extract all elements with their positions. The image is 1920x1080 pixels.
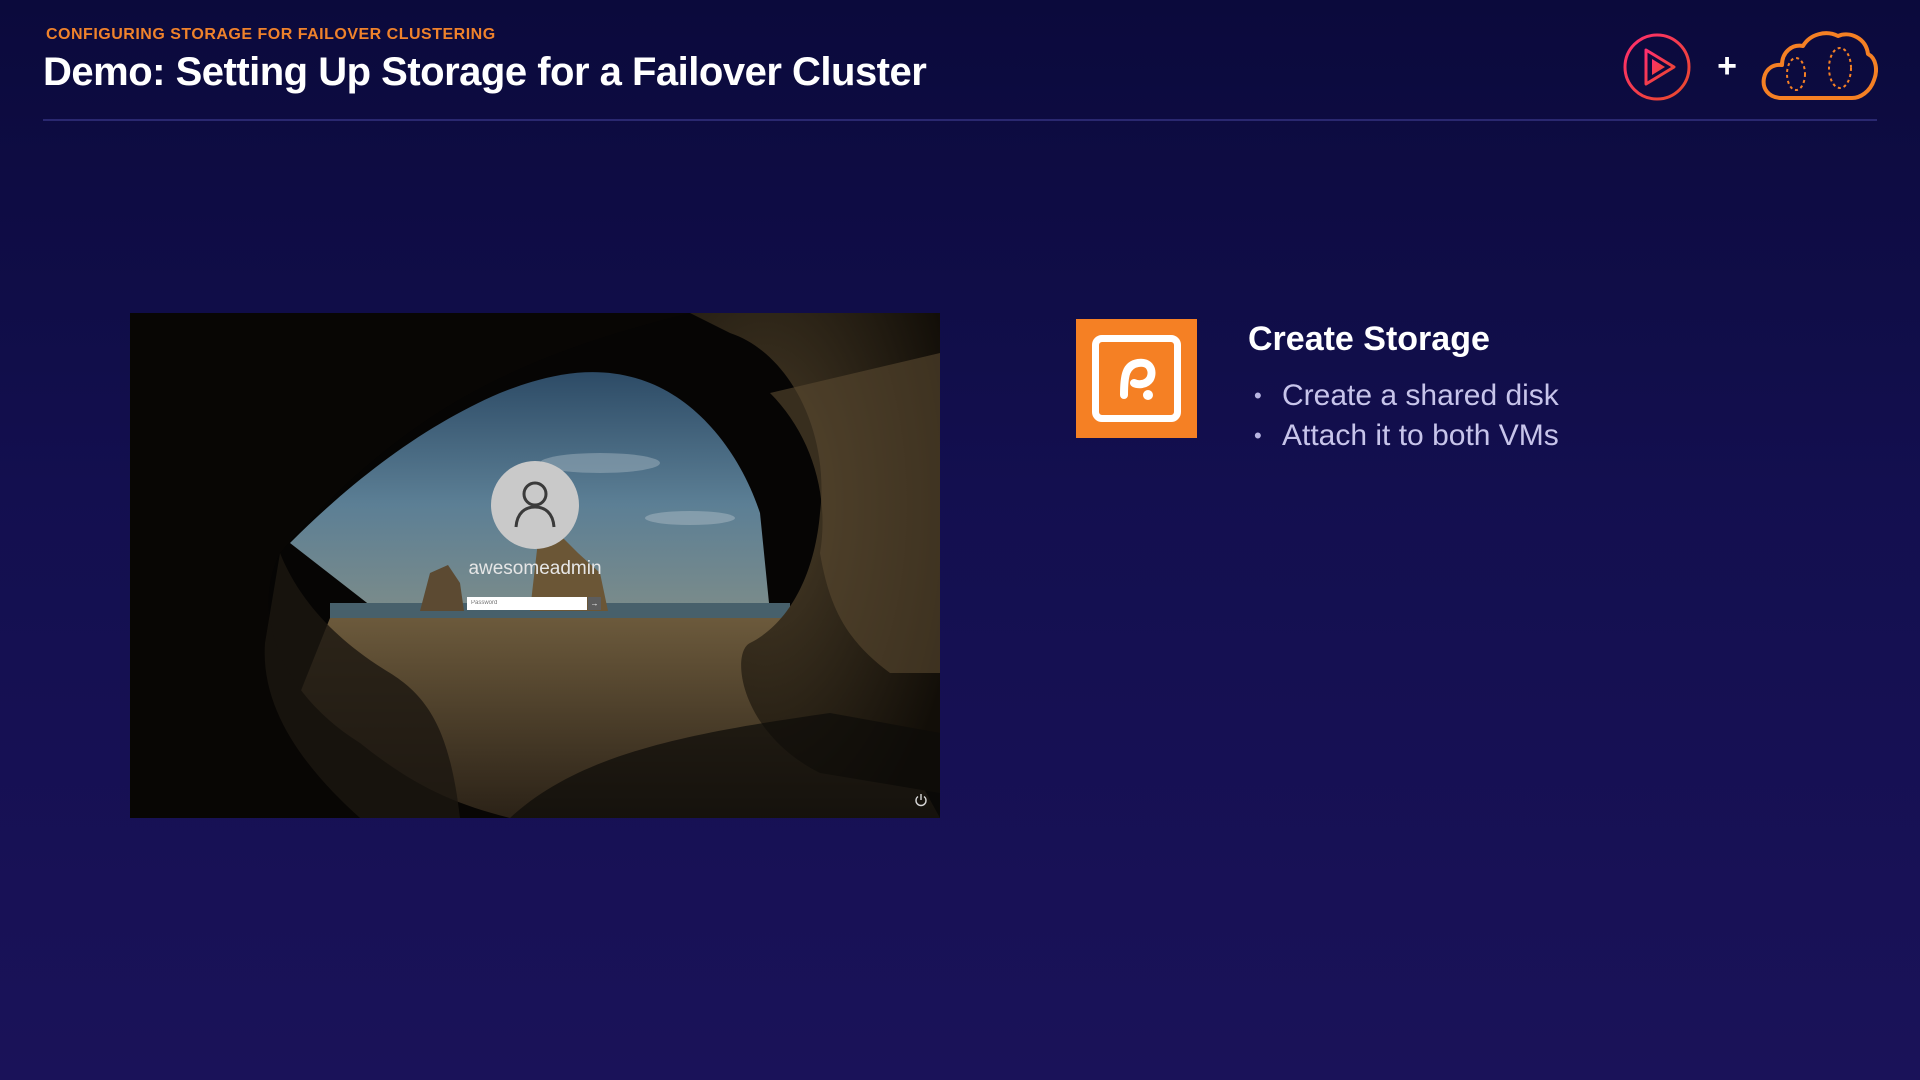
bullet-list: Create a shared disk Attach it to both V… xyxy=(1250,376,1559,456)
content-heading: Create Storage xyxy=(1248,320,1490,358)
password-row: → xyxy=(467,597,603,612)
play-logo-icon xyxy=(1623,33,1691,101)
power-icon[interactable] xyxy=(914,793,928,807)
login-username: awesomeadmin xyxy=(468,558,602,579)
slide-title: Demo: Setting Up Storage for a Failover … xyxy=(43,50,927,94)
password-field[interactable] xyxy=(467,597,587,610)
sign-in-arrow-button[interactable]: → xyxy=(588,597,601,610)
login-screenshot: awesomeadmin → xyxy=(130,313,940,818)
section-kicker: CONFIGURING STORAGE FOR FAILOVER CLUSTER… xyxy=(46,26,496,43)
user-avatar xyxy=(491,461,579,549)
plus-sign: + xyxy=(1717,47,1737,85)
cloud-logo-icon xyxy=(1761,31,1878,100)
user-avatar-icon xyxy=(514,481,556,528)
disk-glyph-icon xyxy=(1120,358,1156,400)
header-divider xyxy=(43,119,1877,121)
storage-icon xyxy=(1076,319,1197,438)
list-item: Attach it to both VMs xyxy=(1250,416,1559,456)
list-item: Create a shared disk xyxy=(1250,376,1559,416)
